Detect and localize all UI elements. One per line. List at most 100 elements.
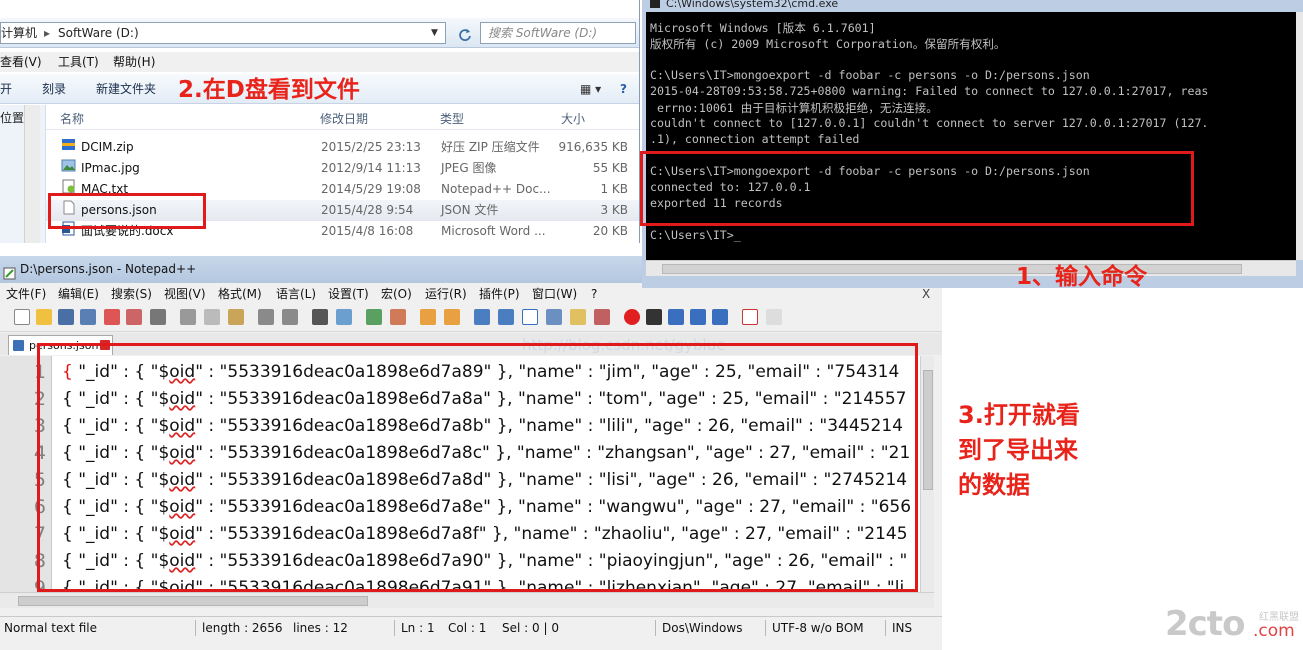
menu-run[interactable]: 运行(R) bbox=[425, 284, 467, 304]
notepad-title: D:\persons.json - Notepad++ bbox=[20, 262, 197, 276]
open-button[interactable]: 开 bbox=[0, 74, 12, 104]
function-list-icon[interactable] bbox=[594, 309, 610, 325]
indent-guide-icon[interactable] bbox=[522, 309, 538, 325]
copy-icon[interactable] bbox=[204, 309, 220, 325]
stop-macro-icon[interactable] bbox=[646, 309, 662, 325]
status-sel: Sel : 0 | 0 bbox=[502, 621, 559, 635]
nav-location-label: 位置 bbox=[0, 111, 25, 125]
column-date[interactable]: 修改日期 bbox=[320, 108, 368, 130]
play-macro-icon[interactable] bbox=[668, 309, 684, 325]
new-folder-button[interactable]: 新建文件夹 bbox=[96, 74, 156, 104]
menu-plugins[interactable]: 插件(P) bbox=[479, 284, 520, 304]
cmd-vertical-scrollbar[interactable] bbox=[1296, 12, 1303, 260]
saved-file-icon bbox=[13, 340, 24, 351]
cmd-horizontal-scrollbar[interactable] bbox=[646, 260, 1296, 276]
console-line: C:\Users\IT>_ bbox=[650, 228, 741, 242]
menu-tools[interactable]: 工具(T) bbox=[58, 52, 99, 72]
find-icon[interactable] bbox=[312, 309, 328, 325]
annotation-step3-line2: 到了导出来 bbox=[958, 436, 1078, 464]
menu-view[interactable]: 视图(V) bbox=[164, 284, 206, 304]
print-icon[interactable] bbox=[150, 309, 166, 325]
status-insert-mode: INS bbox=[892, 621, 913, 635]
scroll-thumb[interactable] bbox=[923, 370, 933, 490]
wrap-icon[interactable] bbox=[474, 309, 490, 325]
spell-check-icon[interactable] bbox=[742, 309, 758, 325]
sync-v-icon[interactable] bbox=[420, 309, 436, 325]
save-icon[interactable] bbox=[58, 309, 74, 325]
menu-edit[interactable]: 编辑(E) bbox=[58, 284, 99, 304]
column-size[interactable]: 大小 bbox=[561, 108, 585, 130]
editor-horizontal-scrollbar[interactable] bbox=[0, 592, 934, 608]
open-file-icon[interactable] bbox=[36, 309, 52, 325]
annotation-step1: 1、输入命令 bbox=[1016, 264, 1148, 290]
search-input[interactable]: 搜索 SoftWare (D:) bbox=[480, 22, 636, 44]
site-watermark-logo: 2cto 红黑联盟 .com bbox=[1165, 604, 1301, 648]
column-type[interactable]: 类型 bbox=[440, 108, 464, 130]
console-line: 2015-04-28T09:53:58.725+0800 warning: Fa… bbox=[650, 84, 1209, 98]
undo-icon[interactable] bbox=[258, 309, 274, 325]
burn-button[interactable]: 刻录 bbox=[42, 74, 66, 104]
close-all-icon[interactable] bbox=[126, 309, 142, 325]
zoom-out-icon[interactable] bbox=[390, 309, 406, 325]
status-col: Col : 1 bbox=[448, 621, 487, 635]
highlight-json-data bbox=[37, 343, 918, 592]
save-macro-icon[interactable] bbox=[712, 309, 728, 325]
close-file-icon[interactable] bbox=[104, 309, 120, 325]
help-icon[interactable]: ? bbox=[620, 74, 627, 104]
menu-window[interactable]: 窗口(W) bbox=[532, 284, 577, 304]
image-icon bbox=[61, 158, 76, 173]
map-icon[interactable] bbox=[570, 309, 586, 325]
lang-icon[interactable] bbox=[546, 309, 562, 325]
scroll-thumb[interactable] bbox=[662, 264, 1242, 274]
file-row-ipmac[interactable]: IPmac.jpg 2012/9/14 11:13 JPEG 图像 55 KB bbox=[46, 158, 639, 179]
breadcrumb-computer[interactable]: 计算机 bbox=[1, 23, 37, 43]
nav-scrollbar[interactable] bbox=[24, 105, 40, 243]
status-ln: Ln : 1 bbox=[401, 621, 435, 635]
redo-icon[interactable] bbox=[282, 309, 298, 325]
console-line: .1), connection attempt failed bbox=[650, 132, 860, 146]
sync-h-icon[interactable] bbox=[444, 309, 460, 325]
logo-suffix: .com bbox=[1253, 621, 1295, 641]
editor-vertical-scrollbar[interactable] bbox=[920, 356, 934, 592]
zoom-in-icon[interactable] bbox=[366, 309, 382, 325]
breadcrumb-drive[interactable]: SoftWare (D:) bbox=[58, 23, 139, 43]
replace-icon[interactable] bbox=[336, 309, 352, 325]
menu-help[interactable]: ? bbox=[591, 284, 597, 304]
record-macro-icon[interactable] bbox=[624, 309, 640, 325]
notepad-toolbar bbox=[0, 304, 942, 332]
paste-icon[interactable] bbox=[228, 309, 244, 325]
annotation-step3-line3: 的数据 bbox=[958, 471, 1030, 499]
cut-icon[interactable] bbox=[180, 309, 196, 325]
menu-language[interactable]: 语言(L) bbox=[276, 284, 316, 304]
file-row-dcim[interactable]: DCIM.zip 2015/2/25 23:13 好压 ZIP 压缩文件 916… bbox=[46, 137, 639, 158]
annotation-step3-line1: 3.打开就看 bbox=[958, 401, 1080, 429]
explorer-address-bar: 计算机 ▸ SoftWare (D:) ▼ 搜索 SoftWare (D:) bbox=[0, 18, 639, 48]
menu-format[interactable]: 格式(M) bbox=[218, 284, 262, 304]
status-encoding: UTF-8 w/o BOM bbox=[772, 621, 864, 635]
menu-settings[interactable]: 设置(T) bbox=[328, 284, 369, 304]
menu-view[interactable]: 查看(V) bbox=[0, 52, 42, 72]
save-all-icon[interactable] bbox=[80, 309, 96, 325]
scroll-thumb[interactable] bbox=[18, 596, 368, 606]
chevron-right-icon[interactable]: ▸ bbox=[44, 23, 50, 43]
play-multiple-icon[interactable] bbox=[690, 309, 706, 325]
show-all-icon[interactable] bbox=[498, 309, 514, 325]
new-file-icon[interactable] bbox=[14, 309, 30, 325]
console-line: errno:10061 由于目标计算机积极拒绝，无法连接。 bbox=[650, 101, 938, 115]
column-name[interactable]: 名称 bbox=[60, 108, 84, 130]
menu-macro[interactable]: 宏(O) bbox=[381, 284, 412, 304]
menu-search[interactable]: 搜索(S) bbox=[111, 284, 152, 304]
notepad-app-icon bbox=[3, 263, 16, 280]
text-file-icon bbox=[61, 179, 76, 194]
menu-help[interactable]: 帮助(H) bbox=[113, 52, 155, 72]
menu-file[interactable]: 文件(F) bbox=[6, 284, 46, 304]
navigation-pane: 位置 bbox=[0, 105, 46, 243]
cmd-title-bar: C:\Windows\system32\cmd.exe bbox=[642, 0, 1303, 12]
address-box[interactable]: 计算机 ▸ SoftWare (D:) ▼ bbox=[0, 22, 446, 44]
console-line: C:\Users\IT>mongoexport -d foobar -c per… bbox=[650, 68, 1090, 82]
status-file-type: Normal text file bbox=[4, 621, 98, 635]
view-options-icon[interactable]: ▦ ▾ bbox=[580, 74, 601, 104]
toolbar-more-icon[interactable] bbox=[766, 309, 782, 325]
refresh-icon[interactable] bbox=[458, 27, 472, 41]
chevron-down-icon[interactable]: ▼ bbox=[431, 23, 438, 43]
